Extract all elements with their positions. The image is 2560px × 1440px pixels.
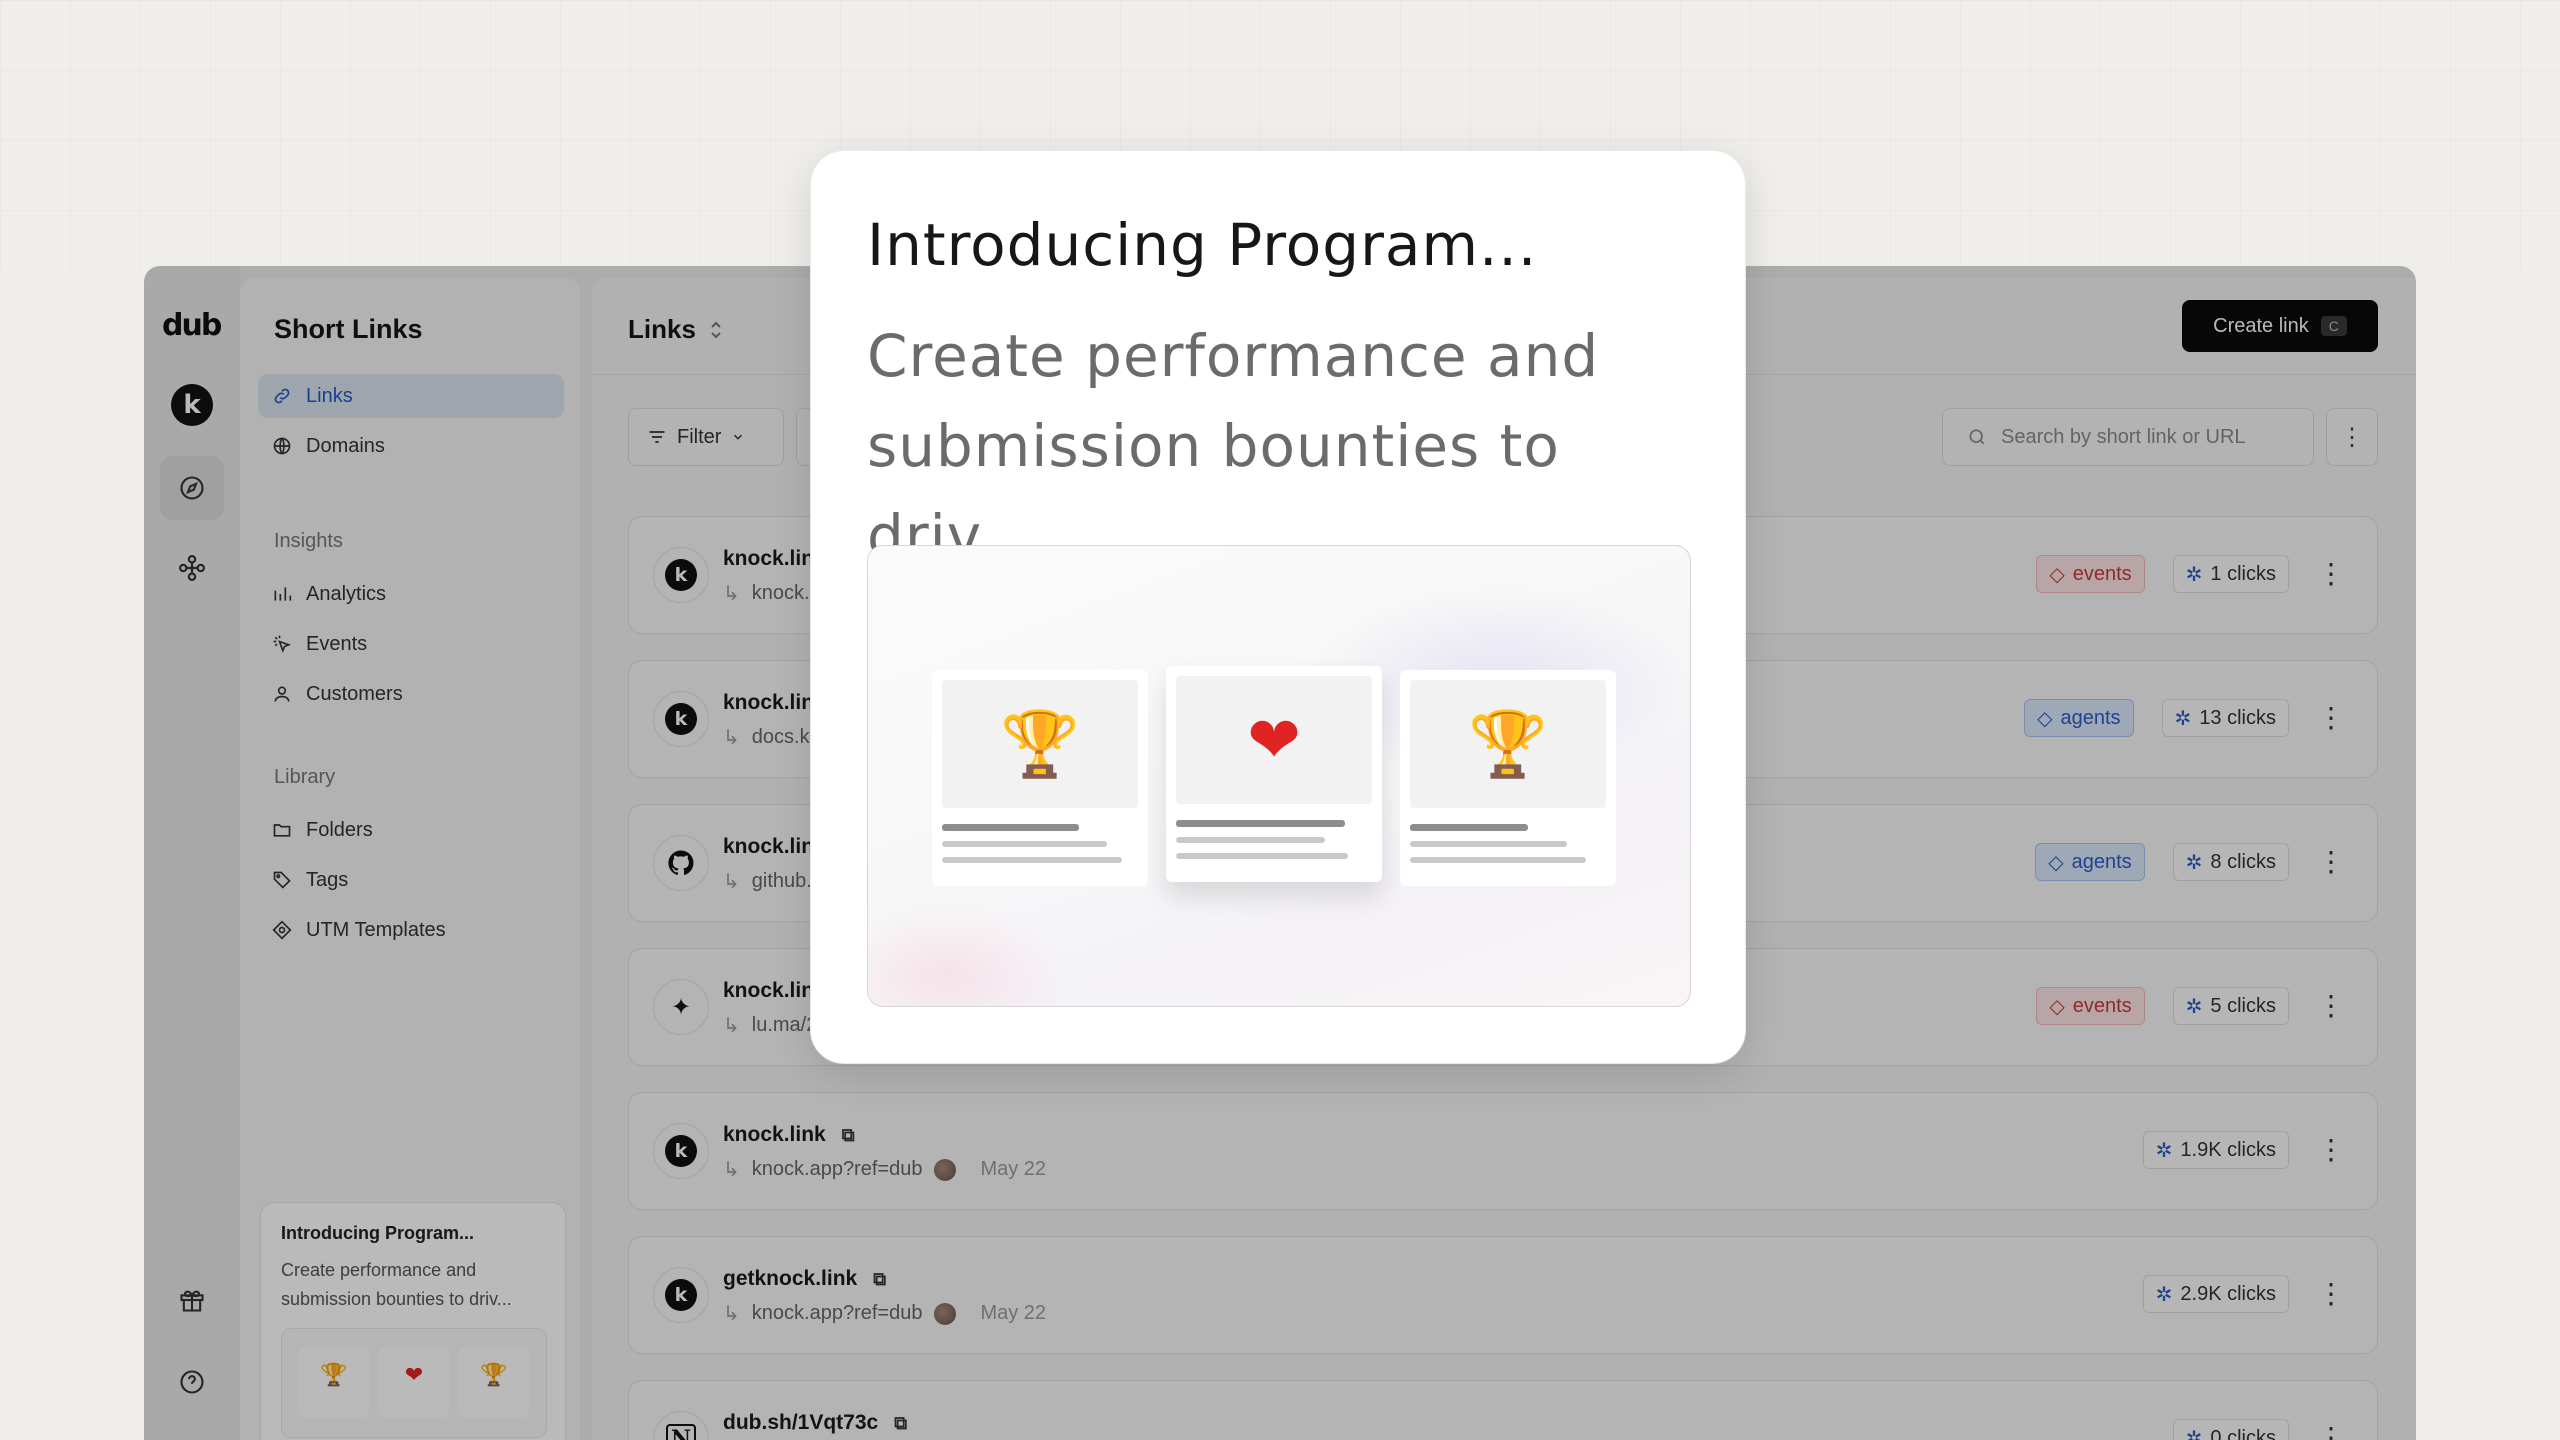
trophy-icon: 🏆 — [1468, 707, 1548, 780]
announcement-modal[interactable]: Introducing Program... Create performanc… — [810, 150, 1746, 1064]
modal-title: Introducing Program... — [867, 211, 1538, 279]
modal-description: Create performance and submission bounti… — [867, 322, 1600, 570]
trophy-icon: 🏆 — [1000, 707, 1080, 780]
heart-icon: ❤ — [1247, 703, 1301, 776]
bounty-card: 🏆 — [1400, 670, 1616, 886]
bounty-card: 🏆 — [932, 670, 1148, 886]
bounty-card: ❤ — [1166, 666, 1382, 882]
bounties-illustration: 🏆 ❤ 🏆 — [867, 545, 1691, 1007]
